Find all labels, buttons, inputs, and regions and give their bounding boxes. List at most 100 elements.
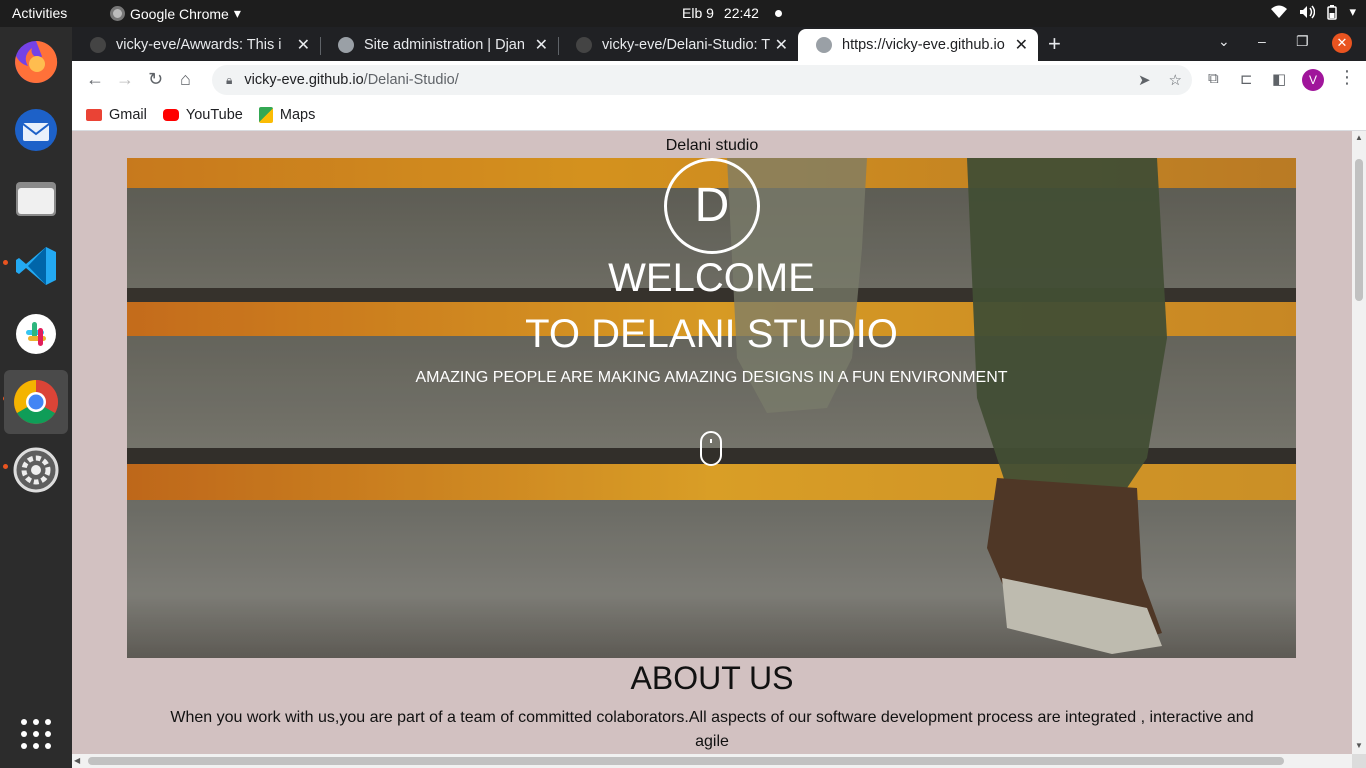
site-title: Delani studio: [665, 137, 759, 154]
gmail-icon: [86, 108, 102, 121]
omnibox-actions: ➤ ☆: [1138, 71, 1182, 89]
lock-icon[interactable]: 🔒︎: [226, 73, 232, 88]
hero-heading-welcome: WELCOME: [608, 256, 815, 300]
cast-icon[interactable]: ⊏: [1240, 70, 1253, 88]
side-panel-icon[interactable]: ◧: [1272, 70, 1286, 88]
battery-icon: [1327, 4, 1338, 20]
hero-heading-studio: TO DELANI STUDIO: [525, 312, 898, 356]
clock-date: Elb 9: [682, 5, 714, 21]
app-menu-label: Google Chrome: [130, 5, 229, 22]
logo-circle: D: [664, 158, 760, 254]
settings-icon: [13, 447, 59, 493]
github-icon: [576, 37, 592, 53]
caret-down-icon: ▾: [1349, 4, 1356, 19]
window-close-icon[interactable]: ✕: [1332, 33, 1352, 53]
dock-slack[interactable]: [4, 302, 68, 366]
firefox-icon: [15, 40, 58, 83]
hero-tagline: AMAZING PEOPLE ARE MAKING AMAZING DESIGN…: [415, 369, 1008, 386]
bookmark-star-icon[interactable]: ☆: [1169, 71, 1182, 89]
bookmark-label: Maps: [279, 106, 316, 123]
maximize-icon[interactable]: ❐: [1296, 33, 1309, 50]
activities-button[interactable]: Activities: [12, 5, 67, 21]
files-icon: [16, 182, 56, 216]
github-icon: [90, 37, 106, 53]
back-arrow-icon[interactable]: ←: [86, 69, 104, 90]
scroll-up-arrow-icon[interactable]: ▲: [1355, 133, 1363, 142]
tab-delani-studio-repo[interactable]: vicky-eve/Delani-Studio: T ✕: [558, 29, 798, 61]
hero-banner: D WELCOME TO DELANI STUDIO AMAZING PEOPL…: [127, 158, 1296, 658]
clock[interactable]: Elb 9 22:42: [682, 5, 782, 21]
dock: [0, 27, 72, 768]
scrollbar-corner: [1352, 754, 1366, 768]
dock-app-grid[interactable]: [4, 702, 68, 766]
about-heading: ABOUT US: [630, 660, 794, 696]
url-path: /Delani-Studio/: [363, 72, 459, 88]
forward-arrow-icon[interactable]: →: [116, 69, 134, 90]
tab-search-chevron-icon[interactable]: ⌄: [1218, 33, 1230, 50]
volume-icon: [1300, 5, 1316, 19]
scroll-down-arrow-icon[interactable]: ▼: [1355, 741, 1363, 750]
about-text: When you work with us,you are part of a …: [170, 709, 1254, 750]
bookmarks-bar: Gmail YouTube Maps: [72, 99, 1366, 131]
bookmark-label: Gmail: [109, 106, 147, 123]
tab-strip: vicky-eve/Awwards: This i ✕ Site adminis…: [72, 27, 1366, 61]
tab-title: vicky-eve/Awwards: This i: [116, 37, 282, 53]
tab-delani-studio-site[interactable]: https://vicky-eve.github.io ✕: [798, 29, 1038, 61]
app-menu[interactable]: Google Chrome ▾: [110, 5, 241, 22]
vertical-scrollbar[interactable]: ▲ ▼: [1352, 131, 1366, 754]
globe-icon: [338, 37, 354, 53]
send-icon[interactable]: ➤: [1138, 71, 1151, 89]
horizontal-scrollbar[interactable]: ◀: [72, 754, 1352, 768]
system-tray[interactable]: ▾: [1271, 4, 1356, 20]
bookmark-youtube[interactable]: YouTube: [162, 106, 243, 123]
app-grid-icon: [21, 719, 51, 749]
tab-site-administration[interactable]: Site administration | Djan ✕: [320, 29, 558, 61]
minimize-icon[interactable]: –: [1258, 33, 1266, 49]
chrome-icon: [14, 380, 58, 424]
tab-title: https://vicky-eve.github.io: [842, 37, 1005, 53]
close-icon[interactable]: ✕: [535, 35, 548, 55]
browser-toolbar: ← → ↻ ⌂ 🔒︎ vicky-eve.github.io/Delani-St…: [72, 61, 1366, 99]
bookmark-gmail[interactable]: Gmail: [86, 107, 147, 123]
home-icon[interactable]: ⌂: [180, 69, 191, 90]
tab-awwards[interactable]: vicky-eve/Awwards: This i ✕: [72, 29, 320, 61]
tab-title: Site administration | Djan: [364, 37, 525, 53]
vscode-icon: [16, 247, 56, 285]
gnome-top-bar: Activities Google Chrome ▾ Elb 9 22:42 ▾: [0, 0, 1366, 27]
vertical-scrollbar-thumb[interactable]: [1355, 159, 1363, 301]
address-bar[interactable]: 🔒︎ vicky-eve.github.io/Delani-Studio/ ➤ …: [212, 65, 1192, 95]
thunderbird-icon: [15, 109, 57, 151]
clock-time: 22:42: [723, 5, 759, 21]
notification-dot-icon: [774, 9, 782, 17]
tab-title: vicky-eve/Delani-Studio: T: [602, 37, 771, 53]
globe-icon: [816, 37, 832, 53]
scroll-left-arrow-icon[interactable]: ◀: [74, 756, 80, 765]
dock-thunderbird[interactable]: [4, 98, 68, 162]
dock-firefox[interactable]: [4, 30, 68, 94]
close-icon[interactable]: ✕: [297, 35, 310, 55]
kebab-menu-icon[interactable]: ⋮: [1338, 67, 1356, 88]
page-viewport: Delani studio D WELCOME TO DELANI STUDIO…: [72, 131, 1366, 768]
dock-chrome[interactable]: [4, 370, 68, 434]
dock-files[interactable]: [4, 166, 68, 230]
youtube-icon: [162, 108, 179, 121]
close-icon[interactable]: ✕: [775, 35, 788, 55]
wifi-icon: [1271, 5, 1288, 18]
horizontal-scrollbar-thumb[interactable]: [88, 757, 1284, 765]
scroll-mouse-icon[interactable]: [700, 431, 722, 466]
bookmark-maps[interactable]: Maps: [258, 106, 316, 123]
reload-icon[interactable]: ↻: [148, 69, 163, 90]
mouse-wheel: [710, 439, 712, 443]
close-icon[interactable]: ✕: [1015, 35, 1028, 55]
url-host: vicky-eve.github.io: [244, 72, 364, 88]
bookmark-label: YouTube: [185, 106, 243, 123]
extensions-puzzle-icon[interactable]: ⧉: [1208, 70, 1219, 87]
slack-icon: [16, 314, 56, 354]
chrome-icon: [110, 6, 125, 21]
maps-icon: [258, 106, 273, 123]
profile-avatar[interactable]: V: [1302, 69, 1324, 91]
dock-settings[interactable]: [4, 438, 68, 502]
new-tab-plus-icon[interactable]: +: [1048, 31, 1061, 57]
caret-down-icon: ▾: [233, 5, 241, 21]
dock-vscode[interactable]: [4, 234, 68, 298]
